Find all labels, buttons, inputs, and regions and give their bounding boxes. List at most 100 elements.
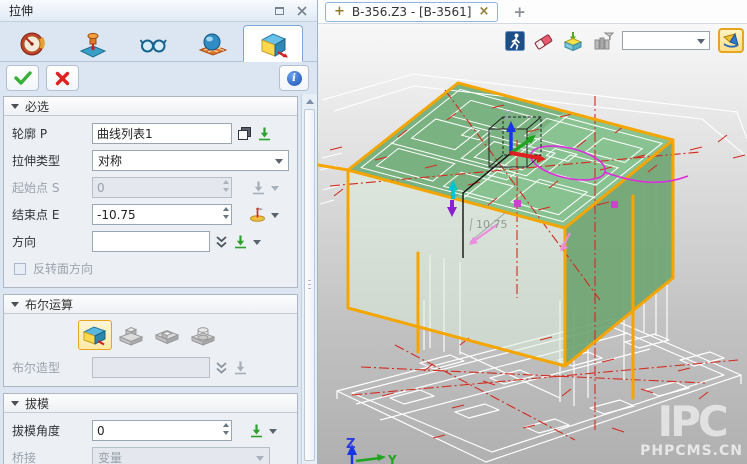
gauge-icon — [19, 31, 47, 58]
curve-handle[interactable] — [611, 201, 618, 208]
watermark: IPC PHPCMS.CN — [640, 401, 743, 458]
sphere-icon — [199, 31, 227, 58]
tool-tab-sphere[interactable] — [183, 27, 243, 61]
double-chevron-icon[interactable] — [215, 235, 228, 249]
watermark-text: PHPCMS.CN — [640, 444, 743, 458]
boolean-button-row — [12, 318, 291, 354]
tab-plus-icon[interactable]: + — [334, 4, 345, 19]
boolean-shape-row: 布尔造型 — [12, 354, 291, 381]
chevron-down-icon — [275, 159, 283, 168]
boolean-add-icon — [118, 324, 144, 346]
profile-row: 轮廓 P — [12, 120, 291, 147]
tool-tab-glasses[interactable] — [123, 27, 183, 61]
reverse-face-row: 反转面方向 — [12, 255, 291, 282]
boolean-remove-button[interactable] — [150, 320, 184, 350]
boolean-base-icon — [82, 324, 108, 346]
chevron-down-icon — [271, 186, 279, 195]
end-point-label: 结束点 E — [12, 206, 92, 223]
pick-arrow-icon[interactable] — [233, 234, 248, 249]
scrollbar-grip — [308, 280, 311, 289]
pick-arrow-icon-disabled — [233, 360, 248, 375]
section-required: 必选 轮廓 P — [3, 96, 298, 288]
collapse-icon — [11, 401, 19, 410]
draft-angle-label: 拔模角度 — [12, 422, 92, 439]
bridge-combobox: 变量 — [92, 447, 270, 464]
section-draft-header[interactable]: 拔模 — [4, 394, 297, 413]
start-point-row: 起始点 S — [12, 174, 291, 201]
align-view-button[interactable] — [718, 28, 744, 53]
glasses-icon — [139, 31, 167, 58]
boolean-shape-label: 布尔造型 — [12, 359, 92, 376]
copy-icon[interactable] — [237, 126, 252, 141]
tool-tab-stamp[interactable] — [63, 27, 123, 61]
boolean-intersect-button[interactable] — [186, 320, 220, 350]
draft-angle-row: 拔模角度 — [12, 417, 291, 444]
chevron-down-icon[interactable] — [253, 240, 261, 249]
dialog-action-row — [0, 62, 317, 94]
filter-icon[interactable] — [592, 31, 614, 51]
scrollbar-thumb[interactable] — [304, 109, 315, 461]
section-required-header[interactable]: 必选 — [4, 97, 297, 116]
profile-label: 轮廓 P — [12, 125, 92, 142]
walk-through-icon[interactable] — [505, 31, 525, 51]
dialog-titlebar[interactable]: 拉伸 — [0, 0, 317, 22]
chevron-down-icon — [256, 456, 264, 464]
cancel-button[interactable] — [46, 65, 79, 91]
scrollbar-up-icon[interactable] — [302, 94, 317, 108]
restore-icon[interactable] — [269, 3, 289, 18]
section-draft: 拔模 拔模角度 — [3, 393, 298, 464]
pick-arrow-icon[interactable] — [249, 423, 264, 438]
info-button[interactable] — [279, 65, 309, 91]
tool-tab-strip — [0, 22, 317, 62]
direction-input[interactable] — [92, 231, 210, 252]
close-icon[interactable] — [292, 3, 312, 18]
offset-plane-icon[interactable] — [249, 207, 266, 222]
bridge-label: 桥接 — [12, 449, 92, 464]
bridge-value: 变量 — [98, 449, 122, 464]
align-view-icon — [722, 32, 740, 49]
axis-indicator: Z Y — [346, 437, 397, 464]
document-tab-active[interactable]: + B-356.Z3 - [B-3561] × — [325, 2, 498, 22]
spinner[interactable] — [223, 207, 229, 219]
pick-arrow-icon[interactable] — [257, 126, 272, 141]
new-tab-button[interactable]: + — [513, 3, 526, 21]
boolean-base-button[interactable] — [78, 320, 112, 350]
spinner — [223, 180, 229, 192]
section-title: 拔模 — [25, 395, 49, 412]
watermark-logo: IPC — [640, 401, 743, 443]
section-boolean-header[interactable]: 布尔运算 — [4, 295, 297, 314]
3d-viewport[interactable]: Z — [318, 24, 747, 464]
end-point-input[interactable] — [92, 204, 232, 225]
double-chevron-icon — [215, 361, 228, 375]
axis-y-label: Y — [387, 453, 397, 464]
viewport-toolbar — [505, 28, 744, 53]
collapse-icon — [11, 302, 19, 311]
curve-handle[interactable] — [514, 200, 521, 207]
section-title: 布尔运算 — [25, 296, 73, 313]
bridge-row: 桥接 变量 — [12, 444, 291, 464]
dialog-title: 拉伸 — [9, 2, 33, 19]
draft-angle-input[interactable] — [92, 420, 232, 441]
document-tab-bar: + B-356.Z3 - [B-3561] × + — [318, 0, 747, 24]
tool-tab-gauge[interactable] — [3, 27, 63, 61]
collapse-icon — [11, 104, 19, 113]
tab-close-icon[interactable]: × — [478, 4, 489, 19]
chevron-down-icon[interactable] — [269, 429, 277, 438]
insert-box-icon[interactable] — [562, 31, 584, 51]
direction-row: 方向 — [12, 228, 291, 255]
cancel-x-icon — [55, 71, 70, 86]
extrude-type-combobox[interactable]: 对称 — [92, 150, 289, 171]
spinner[interactable] — [223, 423, 229, 435]
viewport-combobox[interactable] — [622, 31, 710, 50]
profile-input[interactable] — [92, 123, 232, 144]
tool-tab-extrude[interactable] — [243, 25, 303, 62]
extrude-type-row: 拉伸类型 对称 — [12, 147, 291, 174]
reverse-face-label: 反转面方向 — [33, 260, 93, 277]
chevron-down-icon[interactable] — [271, 213, 279, 222]
boolean-add-button[interactable] — [114, 320, 148, 350]
direction-label: 方向 — [12, 233, 92, 250]
ok-button[interactable] — [6, 65, 39, 91]
app-window: 拉伸 — [0, 0, 747, 464]
dialog-scrollbar[interactable] — [301, 94, 317, 464]
eraser-icon[interactable] — [533, 31, 554, 51]
